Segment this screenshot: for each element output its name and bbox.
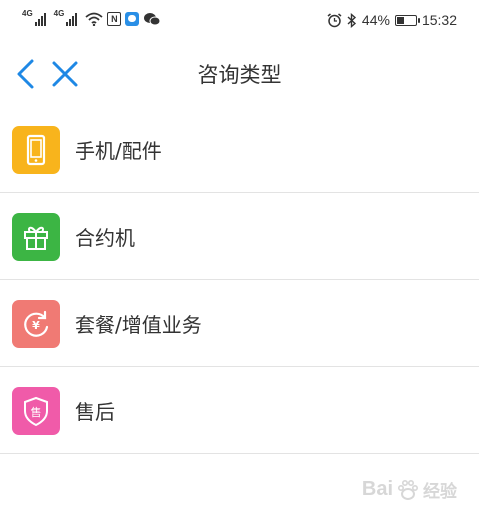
list-item-after-sale[interactable]: 售 售后 [0,367,479,454]
battery-percent: 44% [361,12,390,28]
list-item-label: 套餐/增值业务 [75,313,202,337]
page-title: 咨询类型 [197,63,282,87]
nfc-icon: N [107,12,122,26]
message-app-icon [125,12,140,26]
status-bar: 4G 4G N 44% 15:32 [0,0,479,42]
wechat-icon [144,13,161,26]
svg-text:售: 售 [31,405,42,419]
battery-icon [394,14,420,26]
alarm-icon [327,12,342,27]
watermark-brand: Bai [361,478,393,500]
phone-icon [12,126,60,174]
list-item-label: 售后 [75,400,115,424]
signal-sim1-icon: 4G [22,10,46,26]
svg-text:¥: ¥ [32,319,40,332]
baidu-watermark: Bai 经验 [362,477,457,502]
list-item-phone-accessories[interactable]: 手机/配件 [0,106,479,193]
list-item-package-value-added[interactable]: ¥ 套餐/增值业务 [0,280,479,367]
list-item-contract-phone[interactable]: 合约机 [0,193,479,280]
clock: 15:32 [421,12,457,28]
bluetooth-icon [347,12,356,28]
nav-bar: 咨询类型 [0,42,479,104]
consult-type-list: 手机/配件 合约机 ¥ 套餐/增值业务 售 售后 [0,106,479,454]
signal-sim2-icon: 4G [54,10,78,26]
yuan-refresh-icon: ¥ [12,300,60,348]
shield-sale-icon: 售 [12,387,60,435]
paw-icon [397,479,419,500]
list-item-label: 手机/配件 [75,139,162,163]
wifi-icon [85,12,103,26]
watermark-suffix: 经验 [423,482,457,501]
list-item-label: 合约机 [75,226,135,250]
status-left: 4G 4G N [22,10,161,26]
status-right: 44% 15:32 [327,12,457,28]
gift-icon [12,213,60,261]
